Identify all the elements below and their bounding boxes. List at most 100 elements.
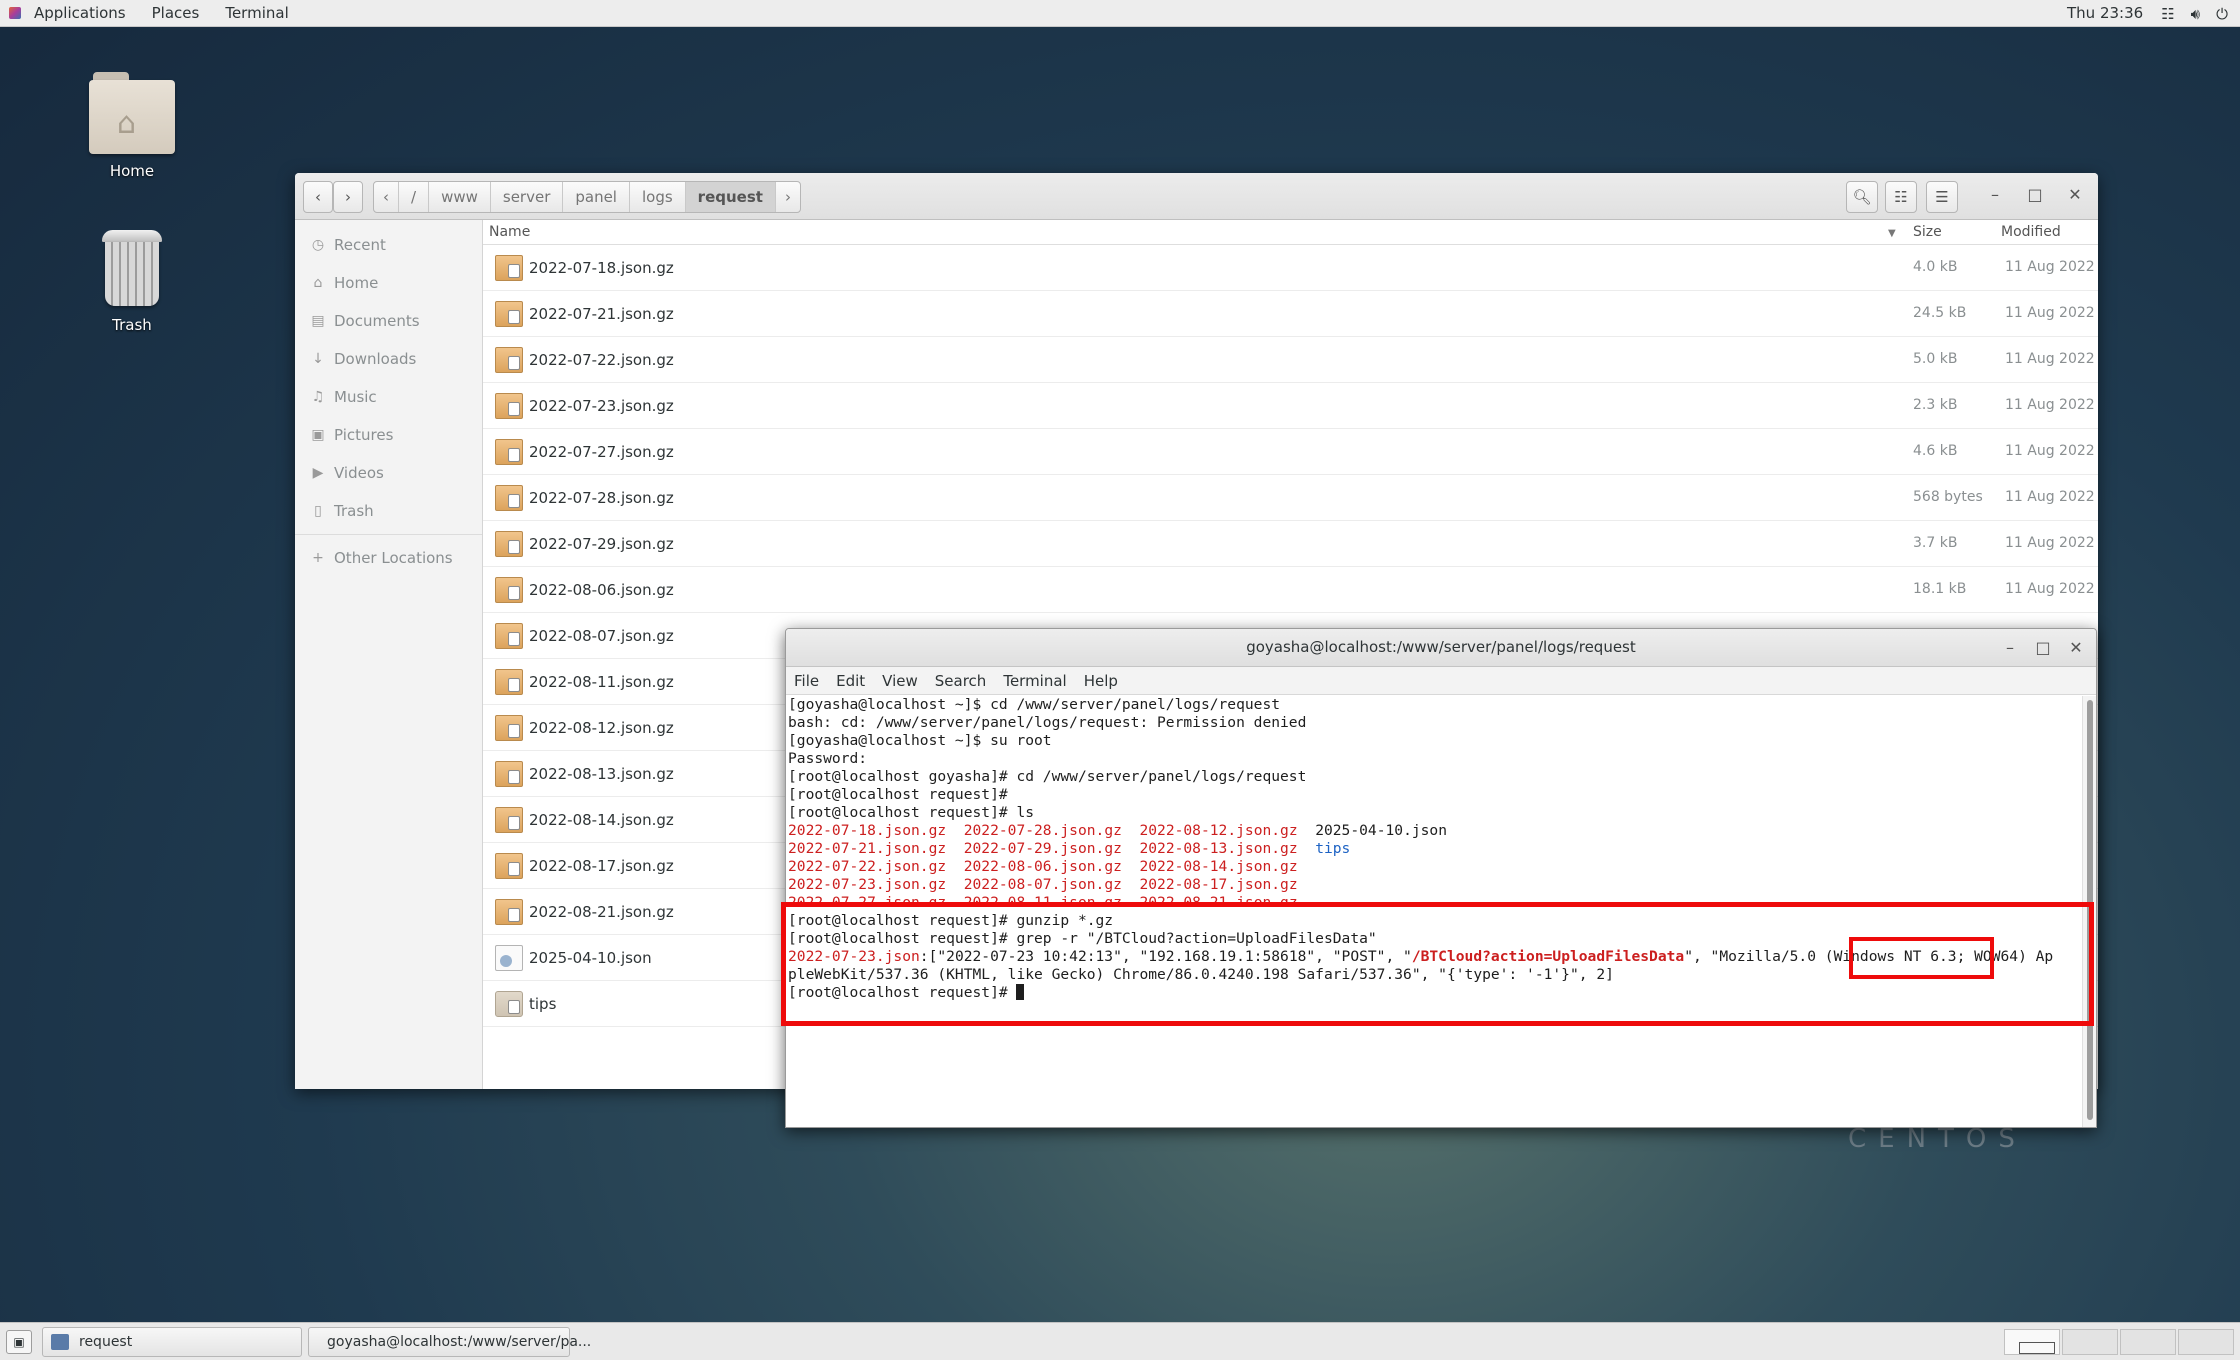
sidebar-item-home[interactable]: ⌂ Home	[295, 264, 482, 302]
workspace-2[interactable]	[2062, 1329, 2118, 1355]
file-row[interactable]: 2022-07-22.json.gz 5.0 kB 11 Aug 2022	[483, 337, 2098, 383]
archive-file-icon	[495, 485, 523, 511]
file-row[interactable]: 2022-07-18.json.gz 4.0 kB 11 Aug 2022	[483, 245, 2098, 291]
file-name: 2025-04-10.json	[529, 949, 652, 967]
sidebar-item-label: Music	[334, 388, 377, 406]
sidebar-item-trash[interactable]: ▯ Trash	[295, 492, 482, 530]
terminal-close-button[interactable]: ✕	[2065, 638, 2087, 657]
terminal-menu-file[interactable]: File	[786, 672, 828, 690]
volume-icon[interactable]: 🔊︎	[2191, 5, 2200, 23]
desktop-icon: ▣	[13, 1335, 25, 1349]
home-icon: ⌂	[313, 275, 323, 291]
file-size: 4.0 kB	[1913, 259, 1958, 275]
system-tray[interactable]: ☷ 🔊︎ ⏻	[2161, 0, 2228, 27]
close-button[interactable]: ✕	[2064, 185, 2086, 204]
file-row[interactable]: 2022-07-27.json.gz 4.6 kB 11 Aug 2022	[483, 429, 2098, 475]
applications-icon	[9, 7, 21, 19]
column-size[interactable]: Size	[1913, 224, 1942, 240]
sidebar-item-other-locations[interactable]: + Other Locations	[295, 539, 482, 577]
path-segment-server[interactable]: server	[491, 182, 564, 212]
path-segment-panel[interactable]: panel	[563, 182, 630, 212]
file-name: 2022-07-23.json.gz	[529, 397, 674, 415]
task-terminal[interactable]: goyasha@localhost:/www/server/pa...	[308, 1327, 591, 1357]
archive-file-icon	[495, 715, 523, 741]
archive-file-icon	[495, 669, 523, 695]
terminal-maximize-button[interactable]: □	[2032, 638, 2054, 657]
sidebar-item-music[interactable]: ♫ Music	[295, 378, 482, 416]
places-menu[interactable]: Places	[139, 0, 213, 27]
file-name: 2022-07-27.json.gz	[529, 443, 674, 461]
clock[interactable]: Thu 23:36	[2067, 0, 2143, 27]
file-size: 3.7 kB	[1913, 535, 1958, 551]
grid-view-icon: ☷	[1894, 188, 1908, 206]
sidebar-item-videos[interactable]: ▶ Videos	[295, 454, 482, 492]
terminal-titlebar[interactable]: goyasha@localhost:/www/server/panel/logs…	[786, 629, 2096, 667]
sidebar-item-downloads[interactable]: ↓ Downloads	[295, 340, 482, 378]
minimize-button[interactable]: –	[1984, 185, 2006, 204]
workspace-3[interactable]	[2120, 1329, 2176, 1355]
path-segment-root[interactable]: /	[399, 182, 430, 212]
task-label: goyasha@localhost:/www/server/pa...	[327, 1334, 592, 1350]
sidebar-item-label: Home	[334, 274, 379, 292]
file-name: 2022-08-17.json.gz	[529, 857, 674, 875]
forward-button[interactable]: ›	[333, 181, 363, 213]
power-icon[interactable]: ⏻	[2216, 5, 2228, 23]
network-icon[interactable]: ☷	[2161, 5, 2174, 23]
task-label: request	[79, 1334, 133, 1350]
terminal-menu-terminal[interactable]: Terminal	[995, 672, 1075, 690]
column-name[interactable]: Name	[489, 224, 530, 240]
terminal-minimize-button[interactable]: –	[1999, 638, 2021, 657]
search-button[interactable]: 🔍︎	[1846, 181, 1878, 213]
archive-file-icon	[495, 899, 523, 925]
file-name: tips	[529, 995, 557, 1013]
sidebar-item-recent[interactable]: ◷ Recent	[295, 226, 482, 264]
file-name: 2022-07-29.json.gz	[529, 535, 674, 553]
terminal-menu-edit[interactable]: Edit	[828, 672, 874, 690]
file-row[interactable]: 2022-08-06.json.gz 18.1 kB 11 Aug 2022	[483, 567, 2098, 613]
sidebar-item-documents[interactable]: ▤ Documents	[295, 302, 482, 340]
terminal-window[interactable]: goyasha@localhost:/www/server/panel/logs…	[785, 628, 2097, 1128]
archive-file-icon	[495, 577, 523, 603]
path-scroll-right-button[interactable]: ›	[776, 182, 800, 212]
sidebar-item-pictures[interactable]: ▣ Pictures	[295, 416, 482, 454]
menu-button[interactable]: ☰	[1926, 181, 1958, 213]
desktop-trash[interactable]: Trash	[72, 230, 192, 334]
terminal-line: [root@localhost request]#	[788, 786, 1008, 803]
file-size: 4.6 kB	[1913, 443, 1958, 459]
sort-descending-icon[interactable]: ▼	[1888, 228, 1896, 239]
search-icon: 🔍︎	[1852, 188, 1872, 206]
file-row[interactable]: 2022-07-21.json.gz 24.5 kB 11 Aug 2022	[483, 291, 2098, 337]
file-size: 24.5 kB	[1913, 305, 1967, 321]
terminal-menu-search[interactable]: Search	[927, 672, 996, 690]
desktop-home[interactable]: ⌂ Home	[72, 72, 192, 180]
file-row[interactable]: 2022-07-29.json.gz 3.7 kB 11 Aug 2022	[483, 521, 2098, 567]
file-row[interactable]: 2022-07-28.json.gz 568 bytes 11 Aug 2022	[483, 475, 2098, 521]
sidebar-item-label: Trash	[334, 502, 374, 520]
terminal-menu-view[interactable]: View	[874, 672, 927, 690]
terminal-menu-help[interactable]: Help	[1076, 672, 1127, 690]
task-file-manager[interactable]: request	[42, 1327, 302, 1357]
path-scroll-left-button[interactable]: ‹	[374, 182, 399, 212]
desktop-home-label: Home	[109, 162, 155, 180]
column-modified[interactable]: Modified	[2001, 224, 2061, 240]
terminal-app-menu[interactable]: Terminal	[212, 0, 301, 27]
workspace-1[interactable]	[2004, 1329, 2060, 1355]
view-toggle-button[interactable]: ☷	[1885, 181, 1917, 213]
sidebar-item-label: Downloads	[334, 350, 417, 368]
file-modified: 11 Aug 2022	[2005, 351, 2095, 367]
trash-icon	[100, 230, 164, 308]
file-row[interactable]: 2022-07-23.json.gz 2.3 kB 11 Aug 2022	[483, 383, 2098, 429]
workspace-4[interactable]	[2178, 1329, 2234, 1355]
sidebar-separator	[295, 534, 482, 535]
applications-menu[interactable]: Applications	[21, 0, 139, 27]
path-segment-www[interactable]: www	[429, 182, 491, 212]
path-segment-logs[interactable]: logs	[630, 182, 686, 212]
archive-file-icon	[495, 301, 523, 327]
path-segment-request[interactable]: request	[685, 182, 776, 212]
back-button[interactable]: ‹	[303, 181, 333, 213]
maximize-button[interactable]: □	[2024, 185, 2046, 204]
show-desktop-button[interactable]: ▣	[6, 1330, 32, 1354]
highlight-box-os-version	[1849, 937, 1994, 979]
ls-output-row-3: 2022-07-22.json.gz 2022-08-06.json.gz 20…	[788, 858, 1298, 875]
file-name: 2022-08-13.json.gz	[529, 765, 674, 783]
